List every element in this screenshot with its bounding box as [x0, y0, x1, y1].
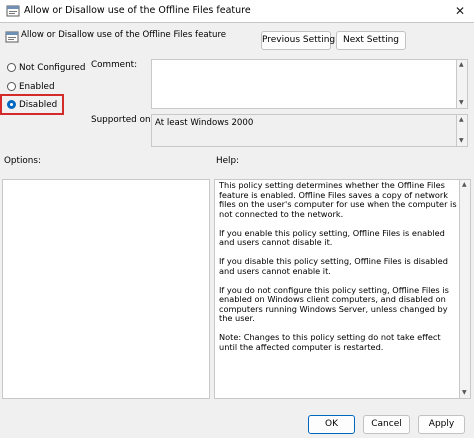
help-scrollbar[interactable]: ▲ ▼	[460, 179, 471, 399]
radio-label: Enabled	[19, 82, 55, 92]
options-pane	[2, 179, 210, 399]
cancel-button[interactable]: Cancel	[363, 415, 410, 434]
scroll-up-icon[interactable]: ▲	[459, 117, 464, 123]
comment-label: Comment:	[91, 60, 138, 70]
comment-textarea[interactable]	[151, 59, 457, 109]
next-setting-button[interactable]: Next Setting	[336, 31, 406, 50]
radio-circle[interactable]	[7, 82, 16, 91]
scroll-up-icon[interactable]: ▲	[462, 182, 467, 188]
setting-name: Allow or Disallow use of the Offline Fil…	[21, 30, 227, 40]
scroll-up-icon[interactable]: ▲	[459, 62, 464, 68]
ok-button[interactable]: OK	[308, 415, 355, 434]
policy-settings-icon	[5, 31, 19, 43]
window-title: Allow or Disallow use of the Offline Fil…	[24, 5, 251, 16]
help-paragraph: If you enable this policy setting, Offli…	[219, 227, 445, 247]
supported-scrollbar[interactable]: ▲ ▼	[457, 114, 468, 147]
close-button[interactable]: ✕	[446, 0, 474, 22]
radio-circle[interactable]	[7, 63, 16, 72]
radio-label: Not Configured	[19, 63, 86, 73]
title-divider	[0, 22, 474, 23]
comment-scrollbar[interactable]: ▲ ▼	[457, 59, 468, 109]
supported-on-value: At least Windows 2000	[155, 118, 254, 128]
previous-setting-button[interactable]: Previous Setting	[261, 31, 335, 50]
apply-button[interactable]: Apply	[418, 415, 465, 434]
supported-on-label: Supported on:	[91, 115, 154, 125]
scroll-down-icon[interactable]: ▼	[459, 100, 464, 106]
help-text: This policy setting determines whether t…	[219, 180, 457, 362]
help-paragraph: If you do not configure this policy sett…	[219, 284, 449, 323]
policy-settings-icon	[6, 5, 20, 17]
highlight-box	[0, 94, 64, 115]
help-paragraph: This policy setting determines whether t…	[219, 180, 457, 219]
help-paragraph: Note: Changes to this policy setting do …	[219, 332, 441, 352]
scroll-down-icon[interactable]: ▼	[462, 390, 467, 396]
help-paragraph: If you disable this policy setting, Offl…	[219, 256, 448, 276]
help-label: Help:	[216, 156, 240, 166]
options-label: Options:	[4, 156, 41, 166]
close-icon: ✕	[454, 4, 466, 18]
scroll-down-icon[interactable]: ▼	[459, 138, 464, 144]
